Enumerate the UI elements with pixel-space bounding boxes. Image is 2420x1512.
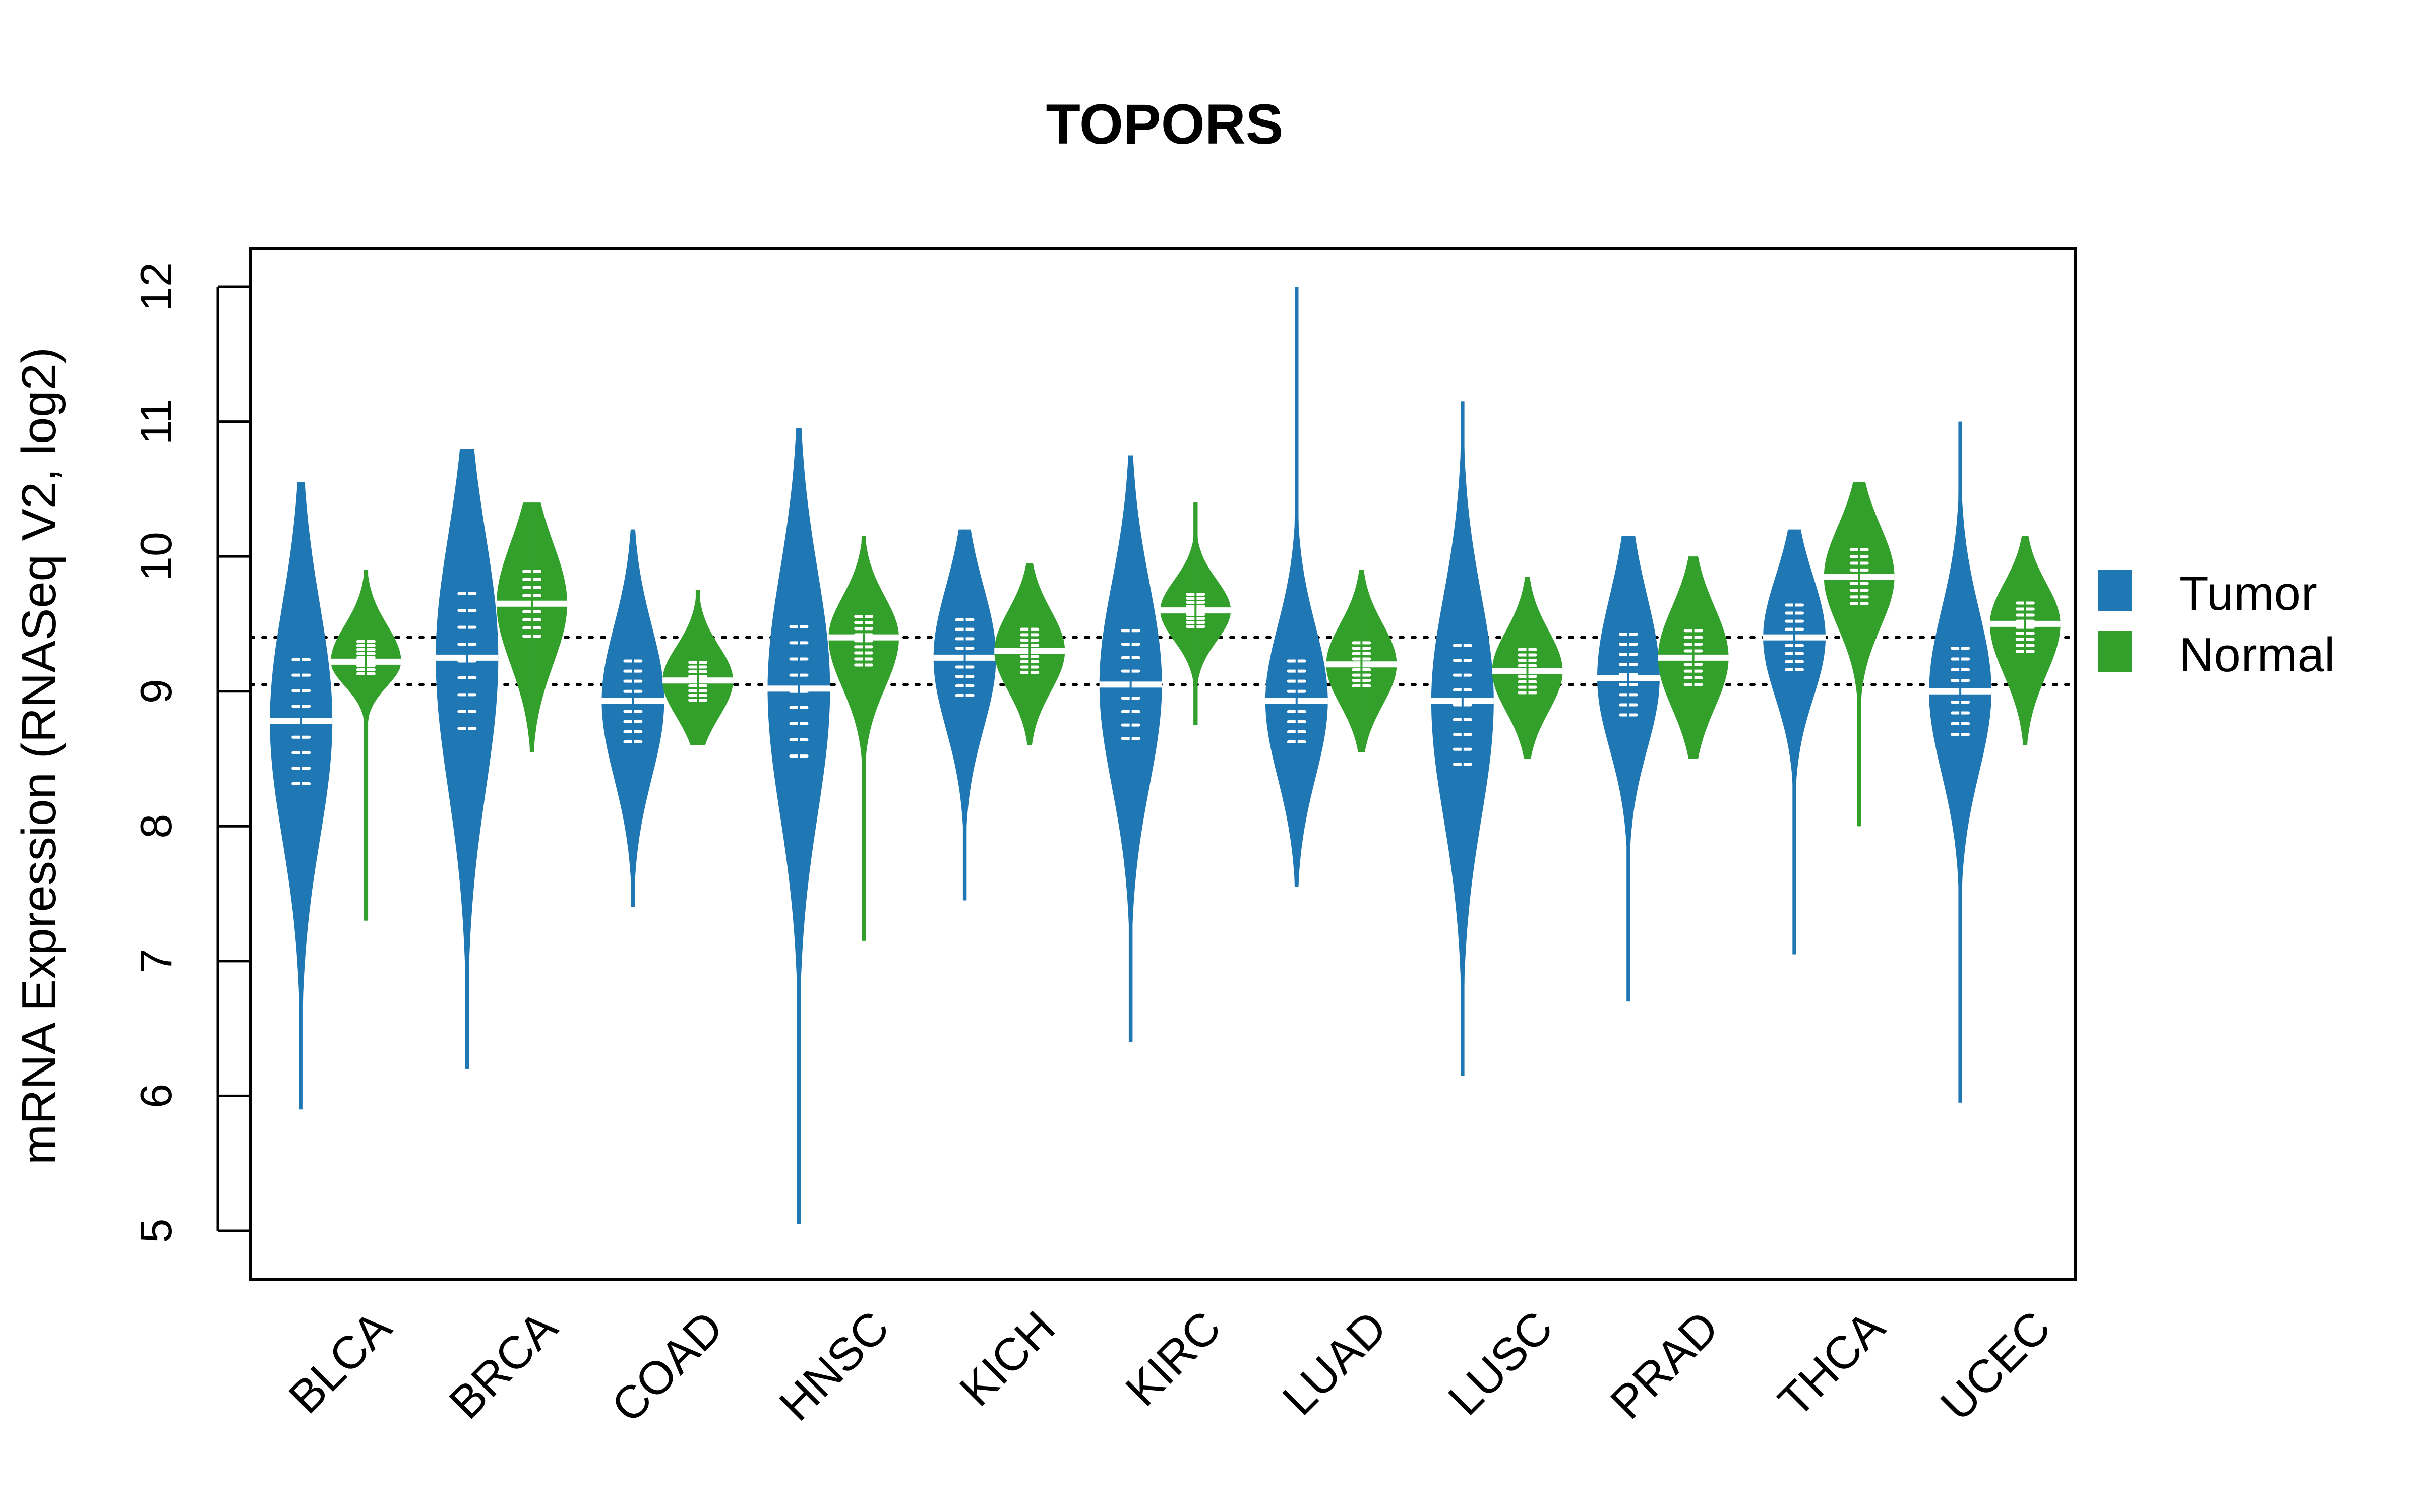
x-tick-label: COAD [602, 1301, 733, 1432]
x-tick-label: BRCA [440, 1301, 567, 1429]
legend-label-tumor: Tumor [2179, 566, 2317, 620]
y-tick-label: 10 [131, 532, 181, 581]
legend-swatch-tumor [2098, 570, 2132, 611]
y-tick-label: 6 [131, 1084, 181, 1108]
y-tick-label: 12 [131, 262, 181, 311]
violin-chart: TOPORS mRNA Expression (RNASeq V2, log2)… [12, 93, 2335, 1433]
x-axis: BLCA BRCA COAD HNSC KICH KIRC LUAD LUSC PRAD THCA… [279, 1301, 2061, 1433]
x-tick-label: BLCA [279, 1301, 402, 1424]
y-tick-label: 7 [131, 949, 181, 973]
legend-swatch-normal [2098, 631, 2132, 672]
plot-frame [249, 247, 2077, 1281]
y-tick-label: 5 [131, 1219, 181, 1243]
y-tick-label: 8 [131, 814, 181, 839]
x-tick-label: LUSC [1439, 1301, 1563, 1425]
x-tick-label: LUAD [1273, 1301, 1397, 1425]
chart-title: TOPORS [1046, 93, 1284, 156]
y-tick-label: 11 [131, 399, 181, 445]
legend: Tumor Normal [2098, 566, 2335, 682]
x-tick-label: UCEC [1931, 1301, 2060, 1430]
x-tick-label: HNSC [770, 1301, 899, 1430]
y-axis: 5 6 7 8 9 10 11 12 [131, 262, 251, 1243]
violins [270, 287, 2061, 1224]
x-tick-label: KICH [950, 1301, 1065, 1416]
x-tick-label: KIRC [1116, 1301, 1231, 1416]
y-axis-label: mRNA Expression (RNASeq V2, log2) [12, 347, 66, 1165]
x-tick-label: THCA [1769, 1301, 1895, 1427]
x-tick-label: PRAD [1601, 1301, 1729, 1429]
legend-label-normal: Normal [2179, 628, 2335, 682]
y-tick-label: 9 [131, 679, 181, 704]
